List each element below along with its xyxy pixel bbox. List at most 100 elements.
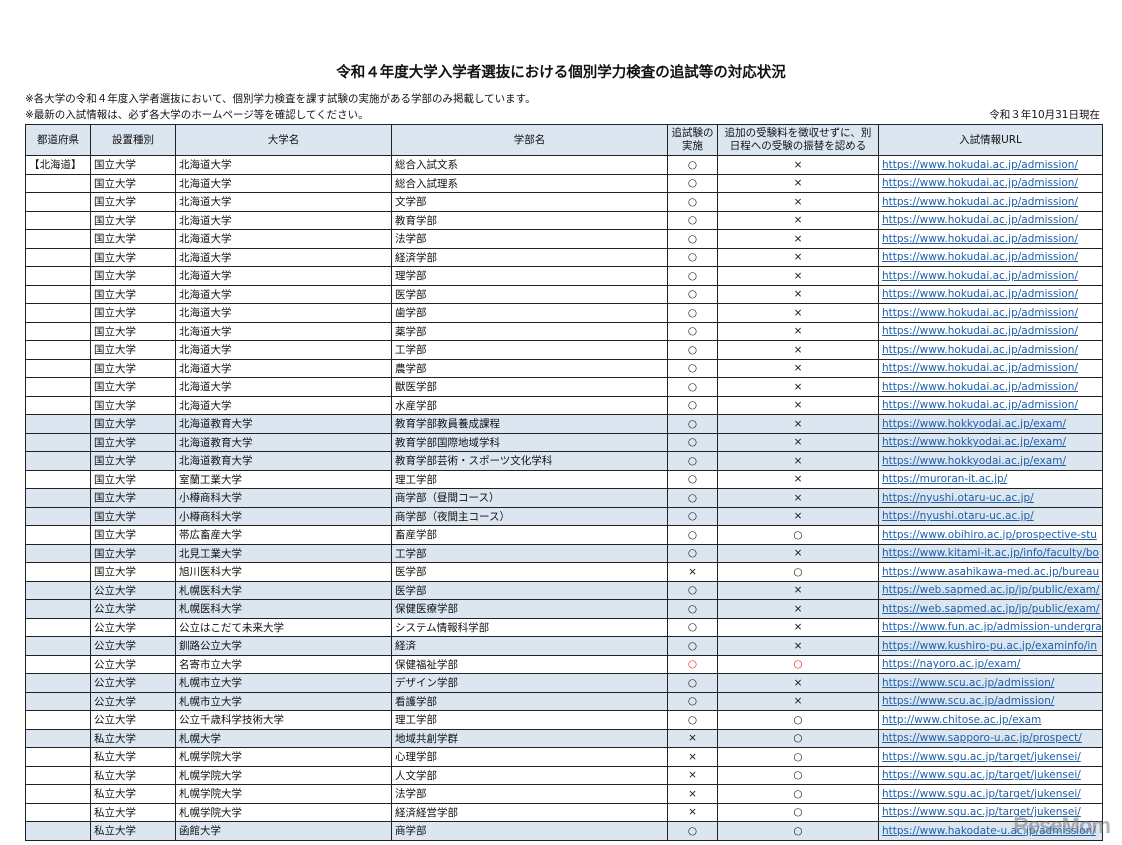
url-link[interactable]: https://muroran-it.ac.jp/	[882, 473, 1007, 485]
cell-type: 国立大学	[90, 284, 176, 304]
url-link[interactable]: https://www.hokudai.ac.jp/admission/	[882, 270, 1078, 282]
cell-prefecture	[25, 691, 91, 711]
url-link[interactable]: https://www.hokkyodai.ac.jp/exam/	[882, 455, 1066, 467]
url-link[interactable]: https://www.fun.ac.jp/admission-undergra	[882, 621, 1102, 633]
cell-type: 国立大学	[90, 525, 176, 545]
url-link[interactable]: https://www.hokkyodai.ac.jp/exam/	[882, 436, 1066, 448]
cell-university: 北海道教育大学	[175, 451, 392, 471]
cell-makeup-exam: ○	[667, 303, 718, 323]
url-link[interactable]: http://www.chitose.ac.jp/exam	[882, 714, 1041, 726]
cell-url: https://www.kushiro-pu.ac.jp/examinfo/in	[878, 636, 1103, 656]
cell-url: https://nayoro.ac.jp/exam/	[878, 654, 1103, 674]
cell-url: https://www.asahikawa-med.ac.jp/bureau	[878, 562, 1103, 582]
table-row: 国立大学 北海道大学 農学部 ○ × https://www.hokudai.ac.jp/…	[25, 358, 1103, 378]
url-link[interactable]: https://www.hokudai.ac.jp/admission/	[882, 307, 1078, 319]
url-link[interactable]: https://www.hokudai.ac.jp/admission/	[882, 344, 1078, 356]
cell-prefecture	[25, 321, 91, 341]
url-link[interactable]: https://www.asahikawa-med.ac.jp/bureau	[882, 566, 1099, 578]
cell-faculty: 文学部	[391, 192, 668, 212]
cell-university: 北海道大学	[175, 266, 392, 286]
table-row: 国立大学 北海道大学 教育学部 ○ × https://www.hokudai.ac.jp…	[25, 210, 1103, 230]
url-link[interactable]: https://www.scu.ac.jp/admission/	[882, 695, 1054, 707]
cell-university: 北海道大学	[175, 247, 392, 267]
cell-url: https://www.kitami-it.ac.jp/info/faculty…	[878, 543, 1103, 563]
url-link[interactable]: https://www.hokudai.ac.jp/admission/	[882, 196, 1078, 208]
url-link[interactable]: https://www.hokudai.ac.jp/admission/	[882, 288, 1078, 300]
cell-type: 私立大学	[90, 784, 176, 804]
url-link[interactable]: https://nayoro.ac.jp/exam/	[882, 658, 1020, 670]
url-link[interactable]: https://www.sgu.ac.jp/target/jukensei/	[882, 751, 1081, 763]
header-university: 大学名	[175, 124, 392, 156]
url-link[interactable]: https://www.hokudai.ac.jp/admission/	[882, 159, 1078, 171]
cell-prefecture	[25, 728, 91, 748]
cell-url: https://www.hokudai.ac.jp/admission/	[878, 358, 1103, 378]
cell-prefecture: 【北海道】	[25, 155, 91, 175]
cell-makeup-exam: ○	[667, 340, 718, 360]
url-link[interactable]: https://www.hokudai.ac.jp/admission/	[882, 399, 1078, 411]
cell-faculty: 医学部	[391, 562, 668, 582]
cell-university: 札幌学院大学	[175, 802, 392, 822]
cell-transfer: ○	[717, 821, 879, 841]
url-link[interactable]: https://www.hokudai.ac.jp/admission/	[882, 177, 1078, 189]
cell-url: https://www.scu.ac.jp/admission/	[878, 673, 1103, 693]
url-link[interactable]: https://www.kushiro-pu.ac.jp/examinfo/in	[882, 640, 1097, 652]
url-link[interactable]: https://www.kitami-it.ac.jp/info/faculty…	[882, 547, 1099, 559]
cell-type: 国立大学	[90, 395, 176, 415]
header-type: 設置種別	[90, 124, 176, 156]
cell-transfer: ×	[717, 451, 879, 471]
cell-makeup-exam: ○	[667, 654, 718, 674]
url-link[interactable]: https://www.hokudai.ac.jp/admission/	[882, 381, 1078, 393]
cell-transfer: ×	[717, 617, 879, 637]
cell-transfer: ○	[717, 747, 879, 767]
cell-makeup-exam: ○	[667, 247, 718, 267]
cell-url: https://www.sapporo-u.ac.jp/prospect/	[878, 728, 1103, 748]
cell-university: 札幌学院大学	[175, 784, 392, 804]
cell-university: 札幌学院大学	[175, 765, 392, 785]
url-link[interactable]: https://www.obihiro.ac.jp/prospective-st…	[882, 529, 1097, 541]
cell-faculty: 商学部（夜間主コース）	[391, 506, 668, 526]
cell-faculty: 畜産学部	[391, 525, 668, 545]
cell-transfer: ×	[717, 488, 879, 508]
cell-prefecture	[25, 192, 91, 212]
url-link[interactable]: https://www.sgu.ac.jp/target/jukensei/	[882, 769, 1081, 781]
cell-prefecture	[25, 395, 91, 415]
header-transfer: 追加の受験料を徴収せずに、別日程への受験の振替を認める	[717, 124, 879, 156]
table-row: 国立大学 北海道大学 水産学部 ○ × https://www.hokudai.ac.jp…	[25, 395, 1103, 415]
cell-makeup-exam: ○	[667, 395, 718, 415]
cell-university: 釧路公立大学	[175, 636, 392, 656]
cell-type: 国立大学	[90, 358, 176, 378]
url-link[interactable]: https://www.hokudai.ac.jp/admission/	[882, 362, 1078, 374]
url-link[interactable]: https://www.sapporo-u.ac.jp/prospect/	[882, 732, 1082, 744]
header-prefecture: 都道府県	[25, 124, 91, 156]
url-link[interactable]: https://www.sgu.ac.jp/target/jukensei/	[882, 788, 1081, 800]
url-link[interactable]: https://www.scu.ac.jp/admission/	[882, 677, 1054, 689]
cell-prefecture	[25, 173, 91, 193]
url-link[interactable]: https://www.hokudai.ac.jp/admission/	[882, 214, 1078, 226]
cell-university: 北海道大学	[175, 210, 392, 230]
url-link[interactable]: https://nyushi.otaru-uc.ac.jp/	[882, 510, 1034, 522]
cell-prefecture	[25, 266, 91, 286]
cell-faculty: 農学部	[391, 358, 668, 378]
url-link[interactable]: https://www.hokudai.ac.jp/admission/	[882, 325, 1078, 337]
url-link[interactable]: https://nyushi.otaru-uc.ac.jp/	[882, 492, 1034, 504]
url-link[interactable]: https://www.hokkyodai.ac.jp/exam/	[882, 418, 1066, 430]
table-row: 公立大学 札幌医科大学 医学部 ○ × https://web.sapmed.ac.jp/…	[25, 580, 1103, 600]
cell-makeup-exam: ○	[667, 691, 718, 711]
url-link[interactable]: https://web.sapmed.ac.jp/jp/public/exam/	[882, 603, 1100, 615]
cell-type: 公立大学	[90, 654, 176, 674]
cell-makeup-exam: ○	[667, 377, 718, 397]
cell-type: 国立大学	[90, 562, 176, 582]
url-link[interactable]: https://www.hokudai.ac.jp/admission/	[882, 251, 1078, 263]
url-link[interactable]: https://www.hokudai.ac.jp/admission/	[882, 233, 1078, 245]
cell-url: https://www.hokudai.ac.jp/admission/	[878, 247, 1103, 267]
cell-makeup-exam: ○	[667, 543, 718, 563]
cell-type: 国立大学	[90, 173, 176, 193]
cell-transfer: ×	[717, 340, 879, 360]
cell-transfer: ×	[717, 229, 879, 249]
cell-type: 公立大学	[90, 636, 176, 656]
cell-url: https://www.hokudai.ac.jp/admission/	[878, 173, 1103, 193]
url-link[interactable]: https://web.sapmed.ac.jp/jp/public/exam/	[882, 584, 1100, 596]
cell-prefecture	[25, 488, 91, 508]
cell-makeup-exam: ×	[667, 802, 718, 822]
cell-prefecture	[25, 469, 91, 489]
